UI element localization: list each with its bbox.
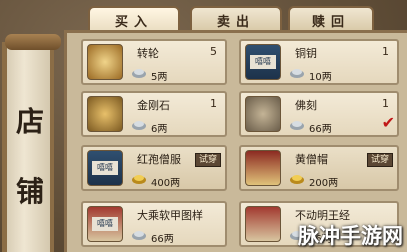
item-count: 1	[382, 45, 389, 58]
checkmark-icon: ✔	[381, 113, 395, 132]
item-badge: 嘻嘻	[92, 161, 118, 175]
wheel-icon	[87, 44, 123, 80]
item-list-panel: 转轮 5 5两 嘻嘻 铜钥 1 10两 金刚石 1 6两 佛刻 1 66两 ✔ …	[64, 30, 407, 252]
item-badge: 嘻嘻	[250, 55, 276, 69]
diamond-icon	[87, 96, 123, 132]
list-item[interactable]: 金刚石 1 6两	[81, 91, 227, 137]
monk-hat-icon	[245, 150, 281, 186]
item-badge: 嘻嘻	[92, 217, 118, 231]
item-name: 铜钥	[295, 47, 317, 60]
try-on-button[interactable]: 试穿	[195, 153, 221, 167]
item-name: 转轮	[137, 47, 159, 60]
gold-coin-icon	[290, 175, 304, 184]
shop-title-char-1: 店	[15, 105, 44, 138]
item-name: 黄僧帽	[295, 153, 328, 166]
item-price: 400两	[151, 178, 181, 189]
watermark: 脉冲手游网	[298, 224, 403, 248]
gold-coin-icon	[132, 175, 146, 184]
list-item[interactable]: 嘻嘻 大乘软甲图样 66两	[81, 201, 227, 247]
item-price: 5两	[151, 72, 168, 83]
silver-coin-icon	[290, 69, 304, 78]
armor-pattern-icon: 嘻嘻	[87, 206, 123, 242]
shop-title-char-2: 铺	[15, 175, 44, 208]
try-on-button[interactable]: 试穿	[367, 153, 393, 167]
shop-scroll: 店 铺	[2, 34, 61, 252]
list-item[interactable]: 嘻嘻 红孢僧服 试穿 400两	[81, 145, 227, 191]
item-price: 6两	[151, 124, 168, 135]
robe-icon: 嘻嘻	[87, 150, 123, 186]
sutra-scroll-icon	[245, 206, 281, 242]
item-price: 66两	[151, 234, 174, 245]
item-name: 佛刻	[295, 99, 317, 112]
item-count: 1	[210, 97, 217, 110]
item-price: 200两	[309, 178, 339, 189]
list-item[interactable]: 黄僧帽 试穿 200两	[239, 145, 399, 191]
item-name: 红孢僧服	[137, 153, 181, 166]
scroll-cap	[5, 34, 61, 50]
list-item[interactable]: 转轮 5 5两	[81, 39, 227, 85]
buddha-statue-icon	[245, 96, 281, 132]
item-name: 大乘软甲图样	[137, 209, 203, 222]
silver-coin-icon	[132, 231, 146, 240]
list-item[interactable]: 嘻嘻 铜钥 1 10两	[239, 39, 399, 85]
item-name: 金刚石	[137, 99, 170, 112]
silver-coin-icon	[132, 121, 146, 130]
item-count: 1	[382, 97, 389, 110]
silver-coin-icon	[132, 69, 146, 78]
item-price: 66两	[309, 124, 332, 135]
item-price: 10两	[309, 72, 332, 83]
item-count: 5	[210, 45, 217, 58]
silver-coin-icon	[290, 121, 304, 130]
list-item[interactable]: 佛刻 1 66两 ✔	[239, 91, 399, 137]
key-icon: 嘻嘻	[245, 44, 281, 80]
